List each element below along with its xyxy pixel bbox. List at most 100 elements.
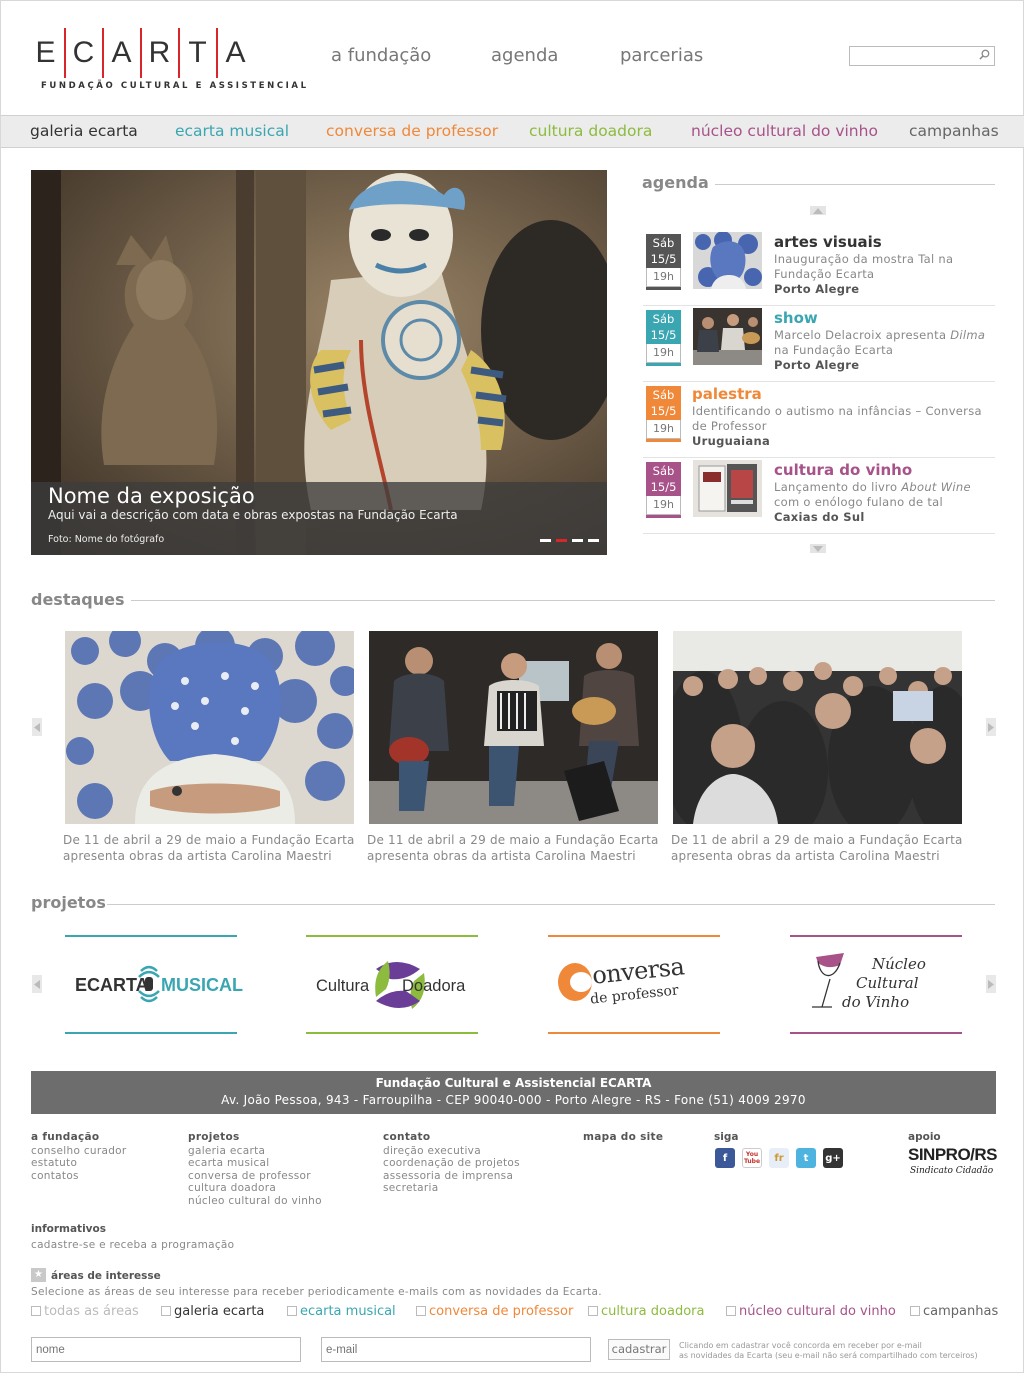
nav-agenda[interactable]: agenda [491,45,558,66]
slide-indicators[interactable] [540,539,599,542]
agenda-item[interactable]: Sáb 15/5 19h artes visuais Inauguração da mo… [643,230,995,306]
agenda-color-line [646,287,681,290]
checkbox-icon[interactable] [161,1306,171,1316]
agenda-item[interactable]: Sáb 15/5 19h cultura do vinho Lançamento do … [643,458,995,534]
checkbox-icon[interactable] [910,1306,920,1316]
agenda-category[interactable]: palestra [692,385,762,403]
footer-link[interactable]: conselho curador [31,1145,127,1158]
email-input[interactable] [321,1337,591,1362]
agenda-item[interactable]: Sáb 15/5 19h palestra Identificando o autism… [643,382,995,458]
projeto-nucleo-cultural-do-vinho[interactable]: Núcleo Cultural do Vinho [790,935,962,1034]
footer-link[interactable]: direção executiva [383,1145,520,1158]
checkbox-icon[interactable] [31,1306,41,1316]
youtube-icon[interactable]: You Tube [742,1148,762,1168]
facebook-icon[interactable]: f [715,1148,735,1168]
destaque-image[interactable] [369,631,658,824]
projetos-next-button[interactable] [986,975,996,993]
destaque-photo-crowd [673,631,962,824]
area-checkbox-item[interactable]: conversa de professor [416,1304,573,1319]
nav-parcerias[interactable]: parcerias [620,45,703,66]
category-campanhas[interactable]: campanhas [909,122,999,140]
agenda-scroll-up-button[interactable] [810,206,826,215]
area-checkbox-item[interactable]: cultura doadora [588,1304,704,1319]
projeto-cultura-doadora[interactable]: Cultura Doadora [306,935,478,1034]
logo-letter: E [35,36,57,69]
footer-link[interactable]: núcleo cultural do vinho [188,1195,322,1208]
agenda-city: Porto Alegre [774,282,860,296]
projeto-conversa-de-professor[interactable]: onversa de professor [548,935,720,1034]
area-checkbox-item[interactable]: campanhas [910,1304,998,1319]
logo-letter: T [188,36,208,69]
destaque-caption[interactable]: De 11 de abril a 29 de maio a Fundação E… [63,832,355,864]
footer-link[interactable]: estatuto [31,1157,127,1170]
agenda-category[interactable]: show [774,309,818,327]
category-galeria-ecarta[interactable]: galeria ecarta [30,122,138,140]
cadastrar-button[interactable]: cadastrar [608,1339,670,1360]
destaques-prev-button[interactable] [32,718,42,736]
category-conversa-de-professor[interactable]: conversa de professor [326,122,498,140]
nav-a-fundacao[interactable]: a fundação [331,45,431,66]
destaque-caption[interactable]: De 11 de abril a 29 de maio a Fundação E… [671,832,963,864]
slide-dot[interactable] [572,539,583,542]
agenda-thumbnail[interactable] [693,460,762,517]
footer-link[interactable]: coordenação de projetos [383,1157,520,1170]
sinpro-logo[interactable]: SINPRO/RS [908,1145,998,1165]
projeto-ecarta-musical[interactable]: ECARTA MUSICAL [65,935,243,1034]
checkbox-icon[interactable] [588,1306,598,1316]
destaque-photo-concert [369,631,658,824]
destaque-image[interactable] [673,631,962,824]
destaque-image[interactable] [65,631,354,824]
category-cultura-doadora[interactable]: cultura doadora [529,122,652,140]
category-ecarta-musical[interactable]: ecarta musical [175,122,289,140]
checkbox-icon[interactable] [416,1306,426,1316]
area-checkbox-item[interactable]: galeria ecarta [161,1304,264,1319]
search-input[interactable] [853,51,977,67]
twitter-icon[interactable]: t [796,1148,816,1168]
chevron-right-icon [988,722,994,732]
footer-col-mapa-do-site: mapa do site [583,1131,663,1144]
destaque-caption[interactable]: De 11 de abril a 29 de maio a Fundação E… [367,832,659,864]
category-nucleo-cultural-do-vinho[interactable]: núcleo cultural do vinho [691,122,878,140]
slide-dot[interactable] [540,539,551,542]
agenda-thumb-image [693,460,762,517]
hero-slideshow[interactable]: Nome da exposição Aqui vai a descrição c… [31,170,607,555]
checkbox-icon[interactable] [287,1306,297,1316]
area-checkbox-item[interactable]: ecarta musical [287,1304,396,1319]
footer-link[interactable]: contatos [31,1170,127,1183]
slide-dot[interactable] [588,539,599,542]
footer-link[interactable]: ecarta musical [188,1157,322,1170]
footer-col-title[interactable]: contato [383,1131,520,1144]
footer-link[interactable]: secretaria [383,1182,520,1195]
search-box[interactable] [849,46,995,67]
footer-link[interactable]: cultura doadora [188,1182,322,1195]
slide-dot[interactable] [556,539,567,542]
formspring-icon[interactable]: fr [769,1148,789,1168]
destaques-next-button[interactable] [986,718,996,736]
logo-separator [102,28,104,78]
footer-col-title[interactable]: a fundação [31,1131,127,1144]
agenda-scroll-down-button[interactable] [810,544,826,553]
checkbox-icon[interactable] [726,1306,736,1316]
agenda-date-badge: Sáb 15/5 [646,234,681,268]
footer-link[interactable]: conversa de professor [188,1170,322,1183]
footer-col-title[interactable]: mapa do site [583,1131,663,1144]
agenda-item[interactable]: Sáb 15/5 19h show Marcelo Delacroix apresent… [643,306,995,382]
search-icon[interactable] [979,49,990,60]
agenda-day: Sáb [652,312,675,326]
ecarta-logo[interactable]: ECARTA [31,28,271,78]
name-input[interactable] [31,1337,301,1362]
projetos-prev-button[interactable] [32,975,42,993]
agenda-date-badge: Sáb 15/5 [646,462,681,496]
footer-link[interactable]: assessoria de imprensa [383,1170,520,1183]
hero-title[interactable]: Nome da exposição [48,484,255,508]
area-checkbox-item[interactable]: núcleo cultural do vinho [726,1304,896,1319]
agenda-category[interactable]: artes visuais [774,233,882,251]
agenda-category[interactable]: cultura do vinho [774,461,912,479]
footer-col-title[interactable]: projetos [188,1131,322,1144]
area-checkbox-todas[interactable]: todas as áreas [31,1304,139,1319]
footer-link[interactable]: galeria ecarta [188,1145,322,1158]
agenda-thumbnail[interactable] [693,232,762,289]
agenda-thumbnail[interactable] [693,308,762,365]
logo-separator [140,28,142,78]
google-plus-icon[interactable]: g+ [823,1148,843,1168]
